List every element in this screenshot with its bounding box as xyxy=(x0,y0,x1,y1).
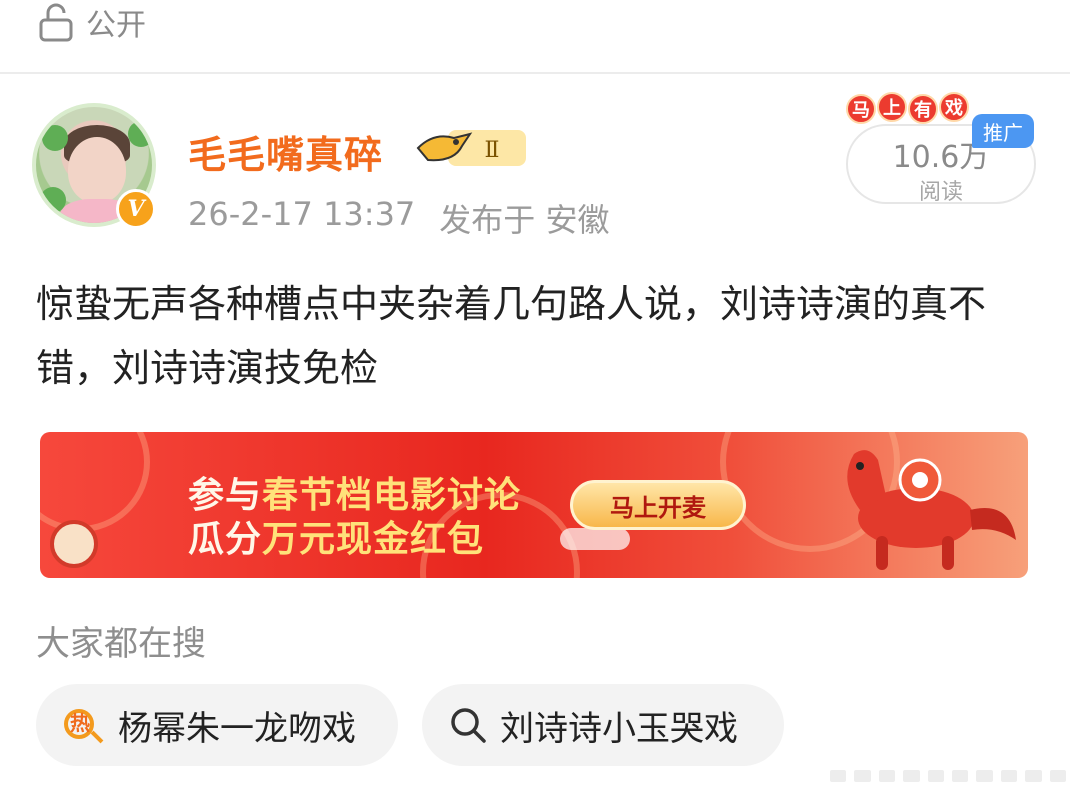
unlock-icon xyxy=(39,3,73,42)
divider xyxy=(0,72,1070,74)
promo-tag[interactable]: 马 上 有 戏 xyxy=(846,90,972,126)
hot-search-icon: 热 xyxy=(62,703,106,747)
search-suggestion-chip[interactable]: 热 杨幂朱一龙吻戏 xyxy=(36,684,398,766)
verified-badge-icon: V xyxy=(116,189,156,229)
search-suggestions-title: 大家都在搜 xyxy=(36,624,206,664)
views-label: 阅读 xyxy=(918,180,963,205)
post-meta: 26-2-17 13:37 发布于 安徽 xyxy=(188,195,609,241)
svg-text:Ⅱ: Ⅱ xyxy=(485,138,500,163)
horse-icon xyxy=(847,450,1016,570)
post-text[interactable]: 惊蛰无声各种槽点中夹杂着几句路人说，刘诗诗演的真不错，刘诗诗演技免检 xyxy=(36,272,1046,400)
drum-icon xyxy=(50,520,98,568)
banner-line-2: 瓜分万元现金红包 xyxy=(188,519,485,560)
privacy-label: 公开 xyxy=(86,8,146,43)
username[interactable]: 毛毛嘴真碎 xyxy=(188,124,383,179)
user-level-badge-icon[interactable]: Ⅱ xyxy=(414,126,528,170)
watermark-strip xyxy=(830,770,1067,782)
search-icon xyxy=(451,708,486,743)
search-suggestion-label: 刘诗诗小玉哭戏 xyxy=(500,708,738,749)
promo-banner[interactable]: 参与春节档电影讨论 瓜分万元现金红包 马上开麦 xyxy=(40,432,1028,578)
avatar[interactable]: V xyxy=(32,103,160,231)
banner-cta-button[interactable]: 马上开麦 xyxy=(570,480,746,530)
post-location: 发布于 安徽 xyxy=(439,201,610,239)
ad-badge: 推广 xyxy=(972,114,1034,148)
search-suggestion-chip[interactable]: 刘诗诗小玉哭戏 xyxy=(422,684,784,766)
search-suggestion-label: 杨幂朱一龙吻戏 xyxy=(118,708,356,749)
privacy-setting[interactable]: 公开 xyxy=(36,0,146,44)
post-timestamp: 26-2-17 13:37 xyxy=(188,195,416,233)
